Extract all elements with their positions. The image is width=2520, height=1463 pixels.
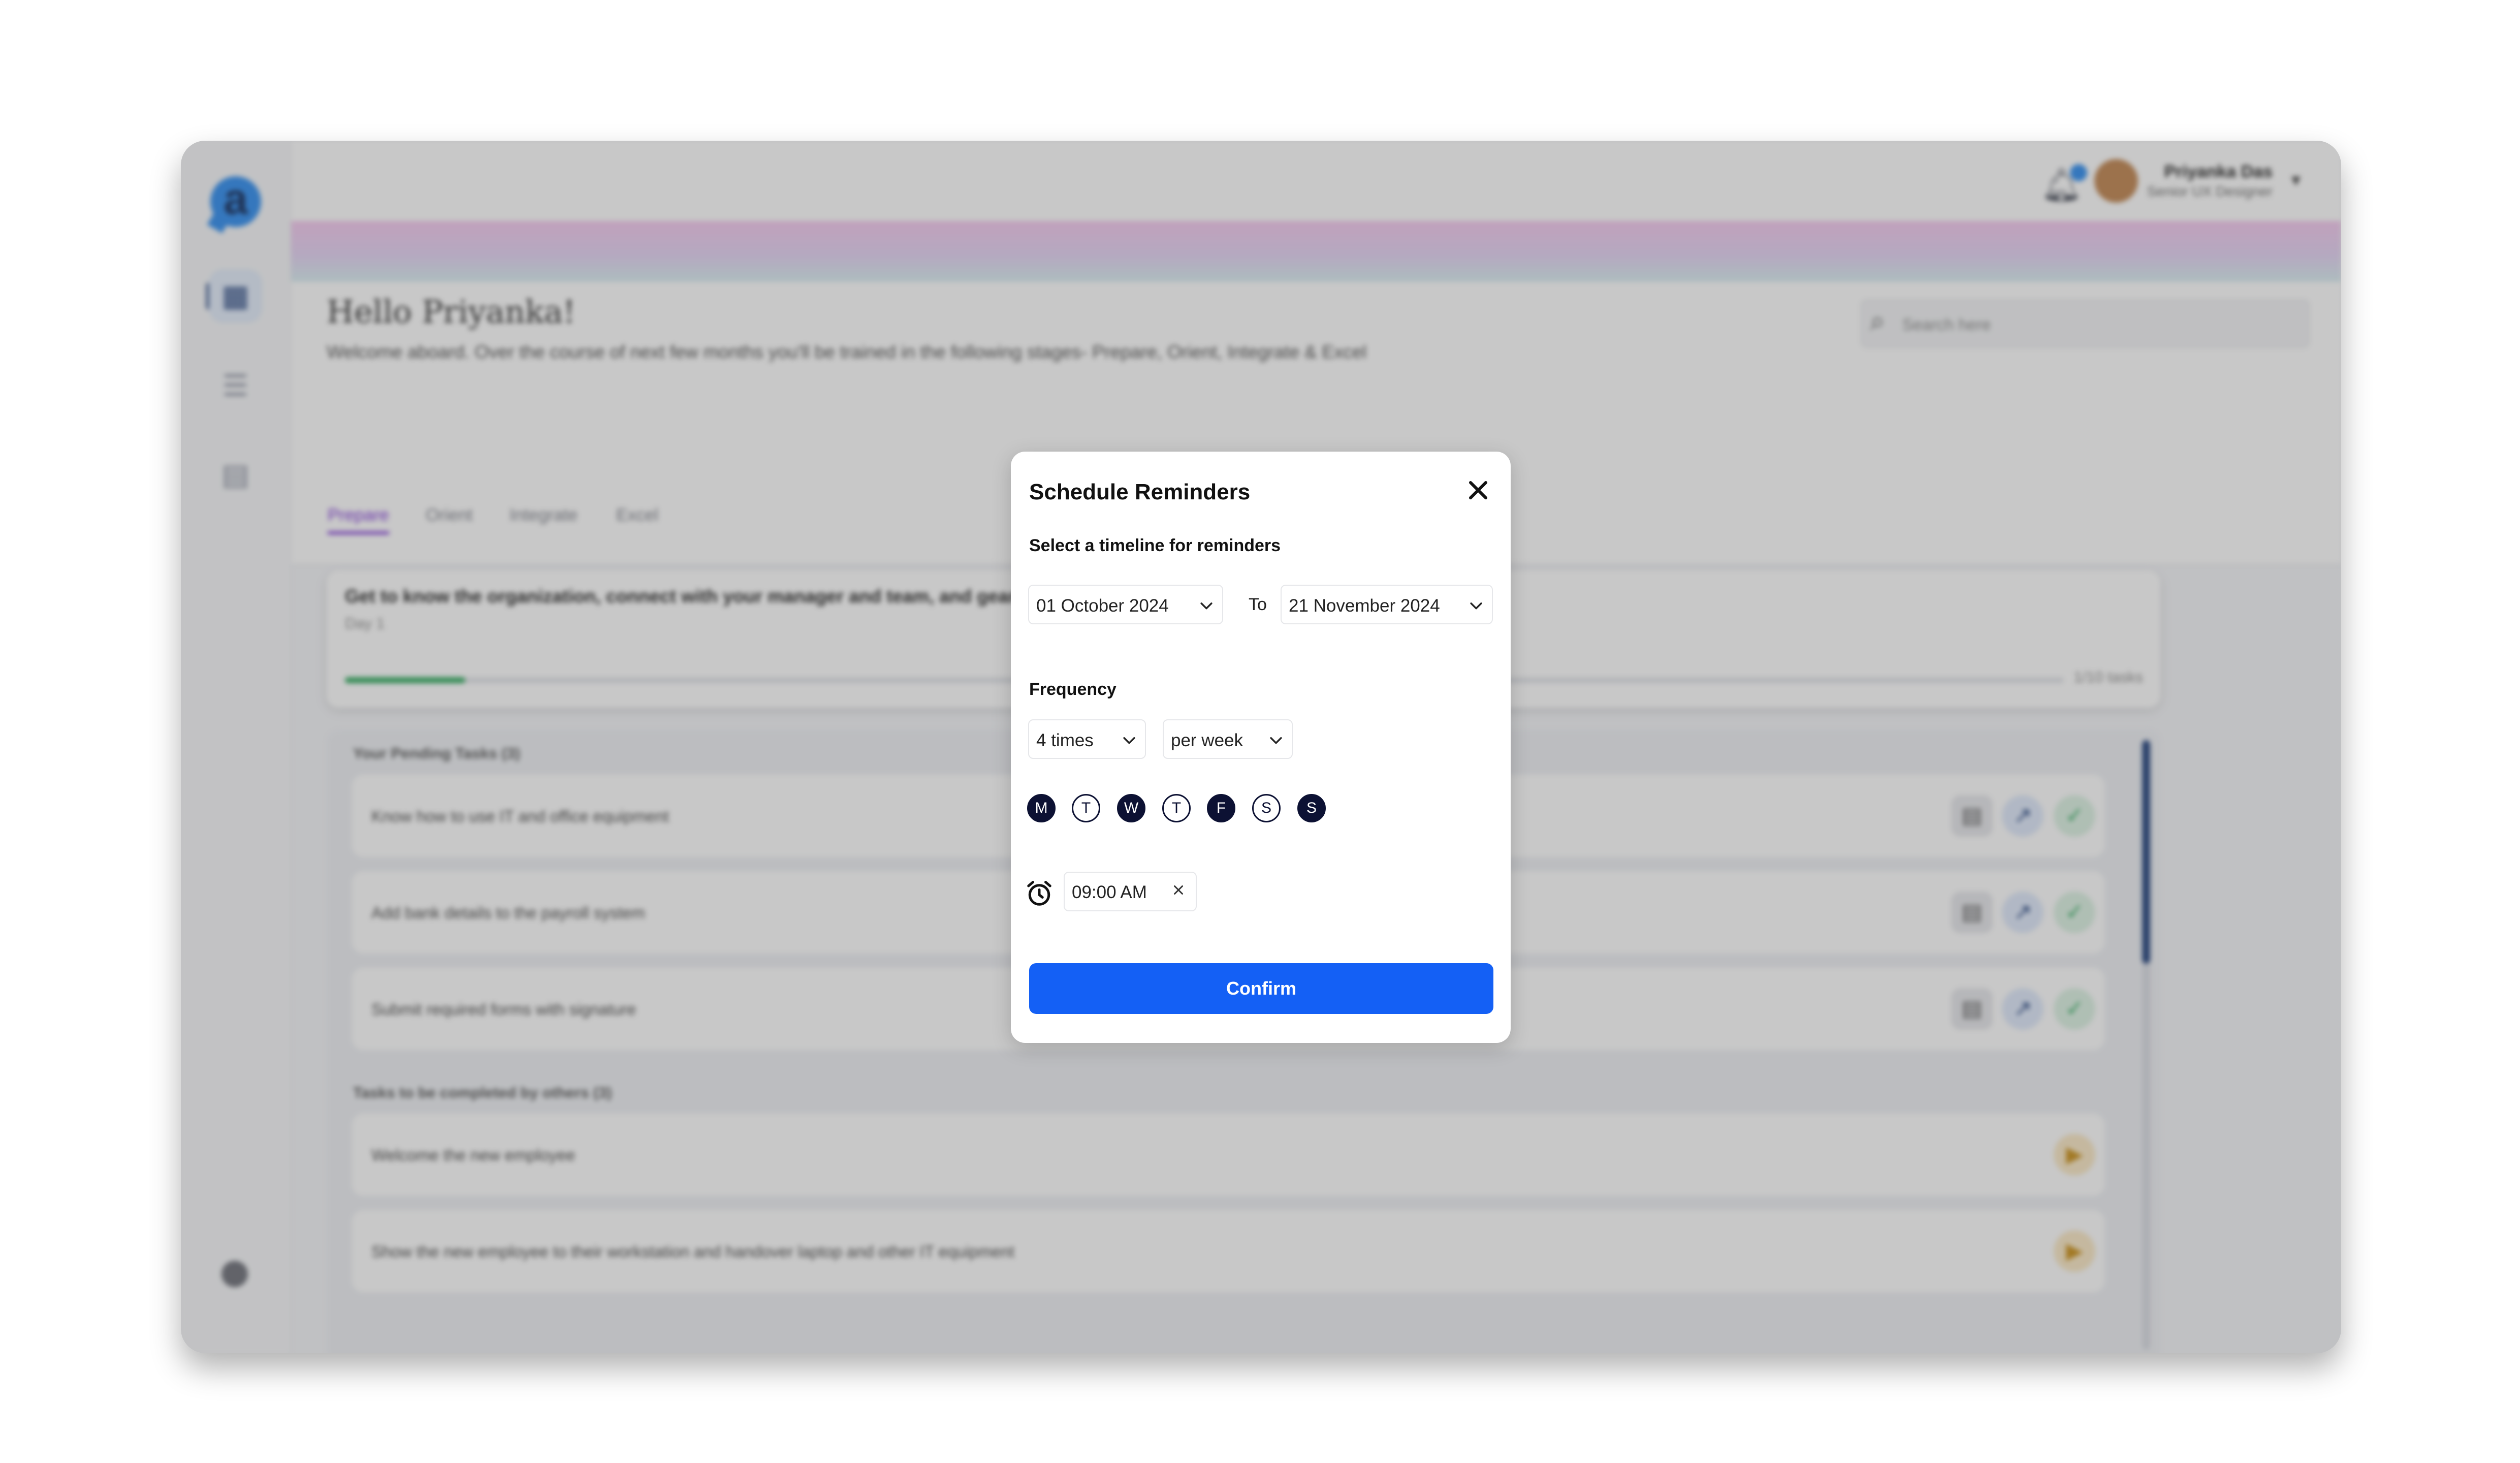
to-label: To	[1249, 595, 1267, 614]
day-toggle-wednesday[interactable]: W	[1117, 794, 1145, 822]
times-select[interactable]: 4 times	[1028, 719, 1146, 759]
day-toggle-saturday[interactable]: S	[1252, 794, 1281, 822]
from-date-value: 01 October 2024	[1036, 596, 1169, 616]
day-toggle-thursday[interactable]: T	[1162, 794, 1191, 822]
close-icon[interactable]	[1463, 475, 1493, 505]
day-toggle-sunday[interactable]: S	[1297, 794, 1326, 822]
to-date-value: 21 November 2024	[1289, 596, 1440, 616]
timeline-label: Select a timeline for reminders	[1029, 536, 1281, 555]
chevron-down-icon	[1200, 602, 1213, 610]
alarm-clock-icon	[1027, 881, 1051, 906]
day-toggle-monday[interactable]: M	[1027, 794, 1056, 822]
time-chip[interactable]: 09:00 AM	[1064, 872, 1197, 911]
chevron-down-icon	[1470, 602, 1482, 610]
chevron-down-icon	[1123, 737, 1135, 744]
confirm-button[interactable]: Confirm	[1029, 963, 1493, 1014]
dialog-title: Schedule Reminders	[1029, 480, 1251, 504]
frequency-label: Frequency	[1029, 680, 1117, 699]
period-value: per week	[1171, 730, 1243, 750]
chevron-down-icon	[1270, 737, 1282, 744]
day-toggle-tuesday[interactable]: T	[1072, 794, 1100, 822]
from-date-select[interactable]: 01 October 2024	[1028, 585, 1223, 624]
period-select[interactable]: per week	[1163, 719, 1293, 759]
day-toggle-friday[interactable]: F	[1207, 794, 1235, 822]
clear-icon[interactable]	[1167, 879, 1190, 901]
time-value: 09:00 AM	[1072, 882, 1147, 902]
to-date-select[interactable]: 21 November 2024	[1281, 585, 1493, 624]
times-value: 4 times	[1036, 730, 1094, 750]
